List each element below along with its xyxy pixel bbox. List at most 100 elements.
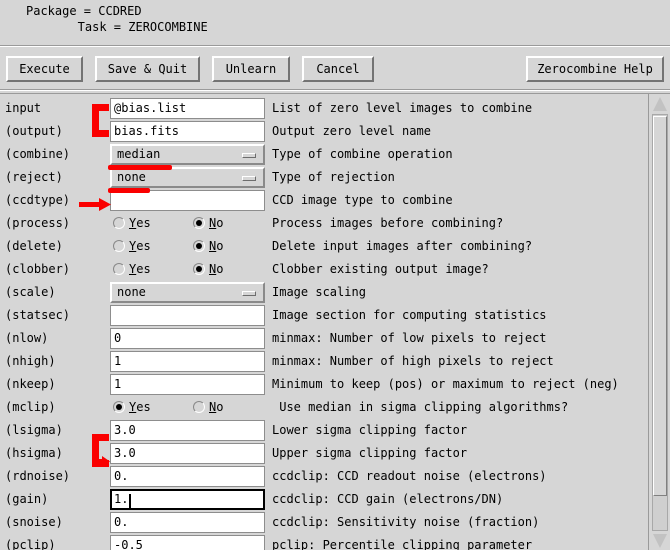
param-select-combine[interactable]: median — [110, 144, 265, 165]
param-description-snoise: ccdclip: Sensitivity noise (fraction) — [272, 515, 540, 529]
param-description-nhigh: minmax: Number of high pixels to reject — [272, 354, 554, 368]
param-radio-clobber-yes[interactable]: Yes — [113, 262, 151, 276]
param-row-statsec: (statsec) Image section for computing sta… — [0, 304, 648, 327]
radio-label: Yes — [129, 216, 151, 230]
param-label-input: input — [5, 101, 42, 115]
param-row-pclip: (pclip) -0.5 pclip: Percentile clipping pa… — [0, 534, 648, 550]
param-input-lsigma[interactable]: 3.0 — [110, 420, 265, 441]
zerocombine-parameter-editor: Package = CCDRED Task = ZEROCOMBINE Exec… — [0, 0, 670, 550]
param-description-mclip: Use median in sigma clipping algorithms? — [272, 400, 569, 414]
param-radio-delete-no[interactable]: No — [193, 239, 223, 253]
scrollbar-thumb[interactable] — [653, 116, 667, 496]
radio-dot-icon — [193, 217, 205, 229]
radio-dot-icon — [113, 217, 125, 229]
param-label-process: (process) — [5, 216, 71, 230]
zerocombine-help-button[interactable]: Zerocombine Help — [526, 56, 664, 82]
param-label-reject: (reject) — [5, 170, 63, 184]
param-row-process: (process) Yes No Process images before comb… — [0, 212, 648, 235]
radio-label: Yes — [129, 262, 151, 276]
param-radio-process-no[interactable]: No — [193, 216, 223, 230]
param-input-input[interactable]: @bias.list — [110, 98, 265, 119]
param-description-statsec: Image section for computing statistics — [272, 308, 547, 322]
radio-label: No — [209, 216, 224, 230]
param-value-reject: none — [117, 170, 146, 184]
param-radio-mclip-no[interactable]: No — [193, 400, 223, 414]
param-description-hsigma: Upper sigma clipping factor — [272, 446, 468, 460]
toolbar: Execute Save & Quit Unlearn Cancel Zeroc… — [0, 49, 670, 91]
param-description-delete: Delete input images after combining? — [272, 239, 533, 253]
param-label-gain: (gain) — [5, 492, 49, 506]
vertical-scrollbar[interactable] — [648, 94, 670, 550]
param-description-process: Process images before combining? — [272, 216, 504, 230]
param-input-ccdtype[interactable] — [110, 190, 265, 211]
param-row-nlow: (nlow) 0 minmax: Number of low pixels to r… — [0, 327, 648, 350]
param-row-nkeep: (nkeep) 1 Minimum to keep (pos) or maximum… — [0, 373, 648, 396]
param-label-clobber: (clobber) — [5, 262, 71, 276]
param-select-reject[interactable]: none — [110, 167, 265, 188]
radio-label: Yes — [129, 239, 151, 253]
radio-dot-icon — [193, 240, 205, 252]
param-value-pclip: -0.5 — [114, 538, 143, 550]
param-input-nkeep[interactable]: 1 — [110, 374, 265, 395]
unlearn-button[interactable]: Unlearn — [212, 56, 290, 82]
param-description-rdnoise: ccdclip: CCD readout noise (electrons) — [272, 469, 547, 483]
param-description-reject: Type of rejection — [272, 170, 395, 184]
package-label: Package = CCDRED — [26, 4, 142, 18]
param-input-statsec[interactable] — [110, 305, 265, 326]
param-label-snoise: (snoise) — [5, 515, 63, 529]
parameter-rows: input @bias.list List of zero level images… — [0, 94, 648, 550]
text-caret — [129, 494, 132, 508]
param-value-nkeep: 1 — [114, 377, 122, 391]
cancel-button[interactable]: Cancel — [302, 56, 374, 82]
param-input-rdnoise[interactable]: 0. — [110, 466, 265, 487]
header-panel: Package = CCDRED Task = ZEROCOMBINE — [0, 0, 670, 47]
param-label-nhigh: (nhigh) — [5, 354, 56, 368]
param-value-gain: 1. — [114, 492, 129, 506]
toolbar-divider — [0, 89, 670, 91]
param-radio-delete-yes[interactable]: Yes — [113, 239, 151, 253]
param-label-statsec: (statsec) — [5, 308, 71, 322]
param-input-gain[interactable]: 1. — [110, 489, 265, 510]
param-radio-clobber-no[interactable]: No — [193, 262, 223, 276]
param-row-lsigma: (lsigma) 3.0 Lower sigma clipping factor — [0, 419, 648, 442]
param-row-delete: (delete) Yes No Delete input images after c… — [0, 235, 648, 258]
param-description-output: Output zero level name — [272, 124, 431, 138]
scroll-up-arrow-icon[interactable] — [653, 97, 667, 111]
radio-label: No — [209, 262, 224, 276]
param-label-ccdtype: (ccdtype) — [5, 193, 71, 207]
param-value-combine: median — [117, 147, 161, 161]
param-row-output: (output) bias.fits Output zero level name — [0, 120, 648, 143]
param-description-pclip: pclip: Percentile clipping parameter — [272, 538, 533, 550]
param-radio-process-yes[interactable]: Yes — [113, 216, 151, 230]
radio-dot-icon — [193, 263, 205, 275]
param-row-snoise: (snoise) 0. ccdclip: Sensitivity noise (fr… — [0, 511, 648, 534]
param-radio-mclip-yes[interactable]: Yes — [113, 400, 151, 414]
radio-dot-icon — [193, 401, 205, 413]
param-description-scale: Image scaling — [272, 285, 366, 299]
param-value-output: bias.fits — [114, 124, 180, 138]
param-value-lsigma: 3.0 — [114, 423, 136, 437]
param-input-snoise[interactable]: 0. — [110, 512, 265, 533]
task-label: Task = ZEROCOMBINE — [56, 20, 208, 34]
param-value-nhigh: 1 — [114, 354, 122, 368]
param-input-hsigma[interactable]: 3.0 — [110, 443, 265, 464]
param-select-scale[interactable]: none — [110, 282, 265, 303]
header-divider — [0, 45, 670, 47]
param-label-scale: (scale) — [5, 285, 56, 299]
param-input-pclip[interactable]: -0.5 — [110, 535, 265, 550]
radio-dot-icon — [113, 401, 125, 413]
param-input-nlow[interactable]: 0 — [110, 328, 265, 349]
param-row-scale: (scale) none Image scaling — [0, 281, 648, 304]
radio-label: No — [209, 400, 224, 414]
execute-button[interactable]: Execute — [6, 56, 83, 82]
save-and-quit-button[interactable]: Save & Quit — [95, 56, 200, 82]
scroll-down-arrow-icon[interactable] — [653, 534, 667, 548]
param-label-combine: (combine) — [5, 147, 71, 161]
param-input-output[interactable]: bias.fits — [110, 121, 265, 142]
param-description-combine: Type of combine operation — [272, 147, 453, 161]
radio-dot-icon — [113, 263, 125, 275]
param-input-nhigh[interactable]: 1 — [110, 351, 265, 372]
param-value-nlow: 0 — [114, 331, 122, 345]
param-row-gain: (gain) 1. ccdclip: CCD gain (electrons/DN) — [0, 488, 648, 511]
param-description-clobber: Clobber existing output image? — [272, 262, 489, 276]
